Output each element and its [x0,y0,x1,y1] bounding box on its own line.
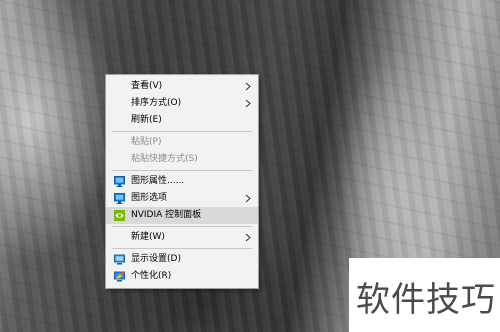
chevron-right-icon [244,229,252,246]
menu-item-label: 新建(W) [131,232,165,242]
watermark-text: 软件技巧 [356,280,496,320]
menu-item-sort-by[interactable]: 排序方式(O) [106,95,258,112]
menu-item-label: 图形选项 [131,193,168,203]
chevron-right-icon [244,95,252,112]
menu-item-label: 粘贴快捷方式(S) [131,154,198,164]
menu-item-display-settings[interactable]: 显示设置(D) [106,251,258,268]
monitor-icon [114,193,125,204]
menu-item-view[interactable]: 查看(V) [106,78,258,95]
menu-item-paste: 粘贴(P) [106,134,258,151]
menu-item-label: 查看(V) [131,81,163,91]
menu-item-label: 粘贴(P) [131,137,162,147]
display-icon [114,254,125,265]
menu-item-graphics-options[interactable]: 图形选项 [106,190,258,207]
chevron-right-icon [244,190,252,207]
monitor-icon [114,176,125,187]
nvidia-icon [114,210,125,221]
chevron-right-icon [244,78,252,95]
menu-separator [112,248,252,249]
menu-item-label: 显示设置(D) [131,254,181,264]
menu-item-label: NVIDIA 控制面板 [131,210,202,220]
menu-separator [112,170,252,171]
menu-item-graphics-properties[interactable]: 图形属性...... [106,173,258,190]
menu-separator [112,226,252,227]
menu-item-label: 图形属性...... [131,176,185,186]
menu-item-nvidia-control-panel[interactable]: NVIDIA 控制面板 [106,207,258,224]
menu-item-label: 刷新(E) [131,115,162,125]
watermark: 软件技巧 [349,258,500,332]
menu-separator [112,131,252,132]
menu-item-refresh[interactable]: 刷新(E) [106,112,258,129]
menu-item-paste-shortcut: 粘贴快捷方式(S) [106,151,258,168]
desktop-context-menu: 查看(V) 排序方式(O) 刷新(E) 粘贴(P) 粘贴快捷方式(S) 图形属性… [105,74,259,289]
personalize-icon [114,271,125,282]
menu-item-label: 排序方式(O) [131,98,182,108]
menu-item-label: 个性化(R) [131,271,172,281]
menu-item-new[interactable]: 新建(W) [106,229,258,246]
menu-item-personalize[interactable]: 个性化(R) [106,268,258,285]
